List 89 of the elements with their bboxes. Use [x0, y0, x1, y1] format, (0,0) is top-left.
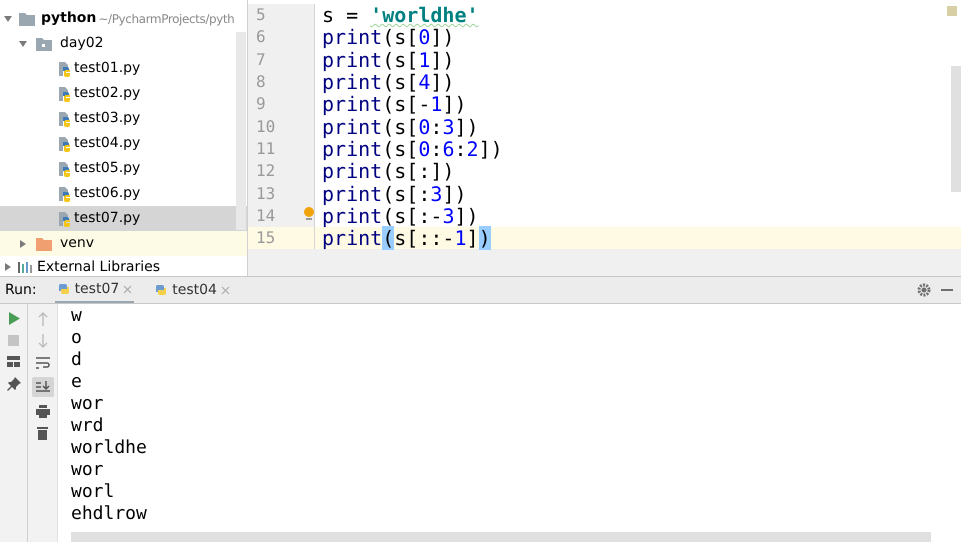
code-line: print(s[:-3])	[321, 204, 479, 227]
tree-file-row[interactable]: test06.py	[0, 181, 247, 206]
file-name: test04.py	[74, 134, 140, 153]
tree-folder-row[interactable]: day02	[0, 31, 247, 56]
code-line: print(s[0])	[321, 26, 454, 48]
code-line: s = 'worldhe'	[321, 4, 479, 26]
line-number: 12	[248, 160, 315, 182]
python-file-icon	[57, 110, 73, 126]
python-file-icon	[57, 160, 73, 176]
output-line: d	[71, 349, 83, 371]
settings-icon[interactable]	[917, 283, 931, 297]
down-arrow-icon[interactable]	[38, 334, 48, 348]
python-file-icon	[57, 186, 73, 202]
code-line: print(s[0:6:2])	[321, 138, 503, 160]
line-number: 10	[248, 115, 315, 138]
tree-file-row[interactable]: test05.py	[0, 156, 247, 181]
code-line: print(s[-1])	[321, 93, 467, 116]
pin-icon[interactable]	[6, 377, 20, 391]
horizontal-scrollbar[interactable]	[71, 532, 931, 542]
line-number: 11	[248, 138, 315, 160]
scroll-to-end-button[interactable]	[32, 377, 54, 397]
line-number: 13	[248, 182, 315, 205]
close-icon[interactable]	[123, 284, 132, 294]
output-line: wor	[71, 459, 105, 481]
line-number: 14	[248, 204, 315, 227]
line-number: 5	[248, 4, 315, 26]
soft-wrap-icon[interactable]	[36, 356, 50, 369]
expanded-caret-icon[interactable]	[3, 14, 13, 24]
external-libraries-label[interactable]: External Libraries	[37, 256, 160, 276]
folder-icon	[36, 36, 52, 50]
output-line: wrd	[71, 415, 105, 437]
file-name: test06.py	[74, 184, 140, 203]
code-line: print(s[0:3])	[321, 116, 479, 138]
run-tab[interactable]: test04	[152, 277, 232, 303]
tree-file-row[interactable]: test03.py	[0, 106, 247, 131]
line-number: 7	[248, 48, 315, 71]
line-number: 6	[248, 26, 315, 49]
output-line: worl	[71, 481, 116, 503]
line-number: 9	[248, 93, 315, 116]
editor-scrollbar[interactable]	[951, 66, 961, 192]
vertical-scrollbar[interactable]	[236, 32, 246, 230]
close-icon[interactable]	[220, 286, 230, 294]
code-line: print(s[4])	[321, 71, 454, 94]
library-icon	[18, 261, 32, 273]
warning-marker-icon[interactable]	[947, 6, 957, 16]
python-icon	[154, 283, 168, 297]
file-name: test07.py	[74, 209, 140, 228]
run-label: Run:	[5, 280, 37, 300]
expanded-caret-icon[interactable]	[18, 38, 28, 48]
code-line: print(s[:])	[321, 160, 454, 182]
layout-icon[interactable]	[7, 356, 20, 367]
code-line: print(s[1])	[321, 48, 454, 71]
collapsed-caret-icon[interactable]	[18, 238, 28, 248]
python-file-icon	[57, 136, 73, 152]
python-file-icon	[57, 60, 73, 76]
output-line: e	[71, 371, 83, 393]
tree-file-row[interactable]: test02.py	[0, 81, 247, 106]
tree-file-row[interactable]: test07.py	[0, 206, 247, 231]
tree-folder-row[interactable]: venv	[0, 231, 247, 256]
folder-icon	[19, 12, 35, 26]
output-line: o	[71, 327, 83, 349]
file-name: test01.py	[74, 59, 140, 78]
folder-icon	[36, 236, 52, 250]
file-name: test02.py	[74, 84, 140, 103]
run-icon[interactable]	[8, 312, 20, 325]
collapsed-caret-icon[interactable]	[3, 262, 13, 272]
tree-file-row[interactable]: test04.py	[0, 131, 247, 156]
folder-name: venv	[60, 234, 94, 253]
output-line: worldhe	[71, 437, 148, 459]
python-icon	[56, 282, 71, 296]
print-icon[interactable]	[36, 405, 50, 418]
python-file-icon	[57, 210, 73, 226]
python-file-icon	[57, 86, 73, 102]
tree-file-row[interactable]: test01.py	[0, 56, 247, 81]
project-path: ~/PycharmProjects/pyth	[98, 10, 234, 28]
lightbulb-icon[interactable]	[303, 207, 315, 221]
up-arrow-icon[interactable]	[38, 312, 48, 326]
code-line: print(s[::-1])	[321, 227, 491, 250]
scroll-to-end-icon	[36, 381, 50, 393]
code-line: print(s[:3])	[321, 182, 467, 205]
project-name[interactable]: python	[41, 8, 96, 29]
file-name: test03.py	[74, 109, 140, 128]
folder-name: day02	[60, 34, 104, 53]
file-name: test05.py	[74, 159, 140, 178]
line-number: 8	[248, 70, 315, 94]
output-line: w	[71, 305, 83, 327]
output-line: wor	[71, 393, 105, 415]
output-line: ehdlrow	[71, 503, 148, 525]
trash-icon[interactable]	[37, 426, 48, 440]
